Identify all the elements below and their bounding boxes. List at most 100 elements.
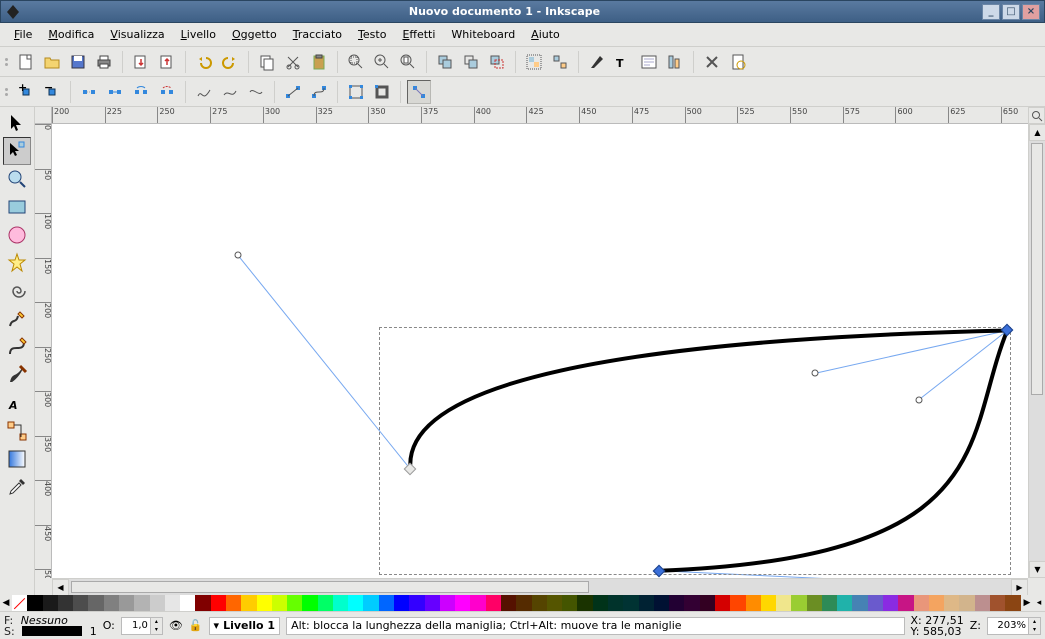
dropper-tool[interactable] [3, 473, 31, 501]
color-swatch[interactable] [990, 595, 1005, 611]
join-nodes-button[interactable] [103, 80, 127, 104]
duplicate-button[interactable] [433, 50, 457, 74]
color-swatch[interactable] [593, 595, 608, 611]
menu-aiuto[interactable]: Aiuto [523, 25, 568, 44]
group-button[interactable] [522, 50, 546, 74]
color-swatch[interactable] [898, 595, 913, 611]
scroll-right-button[interactable]: ▶ [1011, 579, 1028, 596]
rect-tool[interactable] [3, 193, 31, 221]
horizontal-scrollbar[interactable]: ◀ ▶ [52, 578, 1028, 595]
control-handle[interactable] [812, 370, 819, 377]
break-node-button[interactable] [77, 80, 101, 104]
color-swatch[interactable] [639, 595, 654, 611]
export-button[interactable] [155, 50, 179, 74]
insert-node-button[interactable]: + [14, 80, 38, 104]
color-swatch[interactable] [12, 595, 27, 611]
color-swatch[interactable] [58, 595, 73, 611]
color-swatch[interactable] [547, 595, 562, 611]
text-dialog-button[interactable]: T [611, 50, 635, 74]
spiral-tool[interactable] [3, 277, 31, 305]
color-swatch[interactable] [975, 595, 990, 611]
join-segment-button[interactable] [129, 80, 153, 104]
palette-menu-button[interactable]: ◂ [1033, 595, 1045, 611]
layer-combo[interactable]: ▾Livello 1 [209, 617, 281, 635]
undo-button[interactable] [192, 50, 216, 74]
color-swatch[interactable] [944, 595, 959, 611]
fill-indicator[interactable]: Nessuno [21, 615, 68, 626]
zoom-ruler-button[interactable] [1028, 107, 1045, 124]
menu-visualizza[interactable]: Visualizza [102, 25, 172, 44]
vertical-scrollbar[interactable]: ▲ ▼ [1028, 124, 1045, 578]
color-swatch[interactable] [165, 595, 180, 611]
scroll-up-button[interactable]: ▲ [1029, 124, 1045, 141]
color-swatch[interactable] [43, 595, 58, 611]
opacity-spin[interactable]: ▴▾ [121, 617, 163, 635]
color-swatch[interactable] [211, 595, 226, 611]
color-swatch[interactable] [363, 595, 378, 611]
zoom-drawing-button[interactable] [370, 50, 394, 74]
color-swatch[interactable] [333, 595, 348, 611]
menu-effetti[interactable]: Effetti [394, 25, 443, 44]
zoom-page-button[interactable] [396, 50, 420, 74]
palette-left-button[interactable]: ◀ [0, 595, 12, 611]
color-swatch[interactable] [119, 595, 134, 611]
cut-button[interactable] [281, 50, 305, 74]
color-swatch[interactable] [608, 595, 623, 611]
save-button[interactable] [66, 50, 90, 74]
color-swatch[interactable] [257, 595, 272, 611]
color-swatch[interactable] [623, 595, 638, 611]
node-cusp-button[interactable] [192, 80, 216, 104]
color-swatch[interactable] [776, 595, 791, 611]
minimize-button[interactable]: _ [982, 4, 1000, 20]
color-swatch[interactable] [532, 595, 547, 611]
menu-tracciato[interactable]: Tracciato [285, 25, 350, 44]
color-swatch[interactable] [761, 595, 776, 611]
ungroup-button[interactable] [548, 50, 572, 74]
star-tool[interactable] [3, 249, 31, 277]
color-swatch[interactable] [88, 595, 103, 611]
color-swatch[interactable] [852, 595, 867, 611]
zoom-tool[interactable] [3, 165, 31, 193]
maximize-button[interactable]: □ [1002, 4, 1020, 20]
palette-right-button[interactable]: ▶ [1021, 595, 1033, 611]
color-swatch[interactable] [822, 595, 837, 611]
menu-oggetto[interactable]: Oggetto [224, 25, 285, 44]
color-swatch[interactable] [837, 595, 852, 611]
bezier-tool[interactable] [3, 333, 31, 361]
color-swatch[interactable] [684, 595, 699, 611]
pencil-tool[interactable] [3, 305, 31, 333]
layer-visibility-icon[interactable]: 👁 [169, 619, 183, 632]
object-to-path-button[interactable] [344, 80, 368, 104]
color-swatch[interactable] [486, 595, 501, 611]
horizontal-ruler[interactable]: 2002252502753003253503754004254504755005… [52, 107, 1028, 124]
menu-testo[interactable]: Testo [350, 25, 394, 44]
color-swatch[interactable] [746, 595, 761, 611]
delete-node-button[interactable]: − [40, 80, 64, 104]
doc-properties-button[interactable] [726, 50, 750, 74]
fill-stroke-button[interactable] [585, 50, 609, 74]
stroke-indicator[interactable] [22, 626, 82, 636]
node-tool[interactable] [3, 137, 31, 165]
unlink-clone-button[interactable] [485, 50, 509, 74]
color-swatch[interactable] [379, 595, 394, 611]
toolbar-handle[interactable] [4, 79, 10, 105]
paste-button[interactable] [307, 50, 331, 74]
color-swatch[interactable] [226, 595, 241, 611]
menu-file[interactable]: File [6, 25, 40, 44]
canvas[interactable] [52, 124, 1028, 578]
color-swatch[interactable] [470, 595, 485, 611]
xml-button[interactable] [637, 50, 661, 74]
stroke-to-path-button[interactable] [370, 80, 394, 104]
color-swatch[interactable] [807, 595, 822, 611]
color-swatch[interactable] [516, 595, 531, 611]
toolbar-handle[interactable] [4, 49, 10, 75]
color-swatch[interactable] [348, 595, 363, 611]
scroll-left-button[interactable]: ◀ [52, 579, 69, 596]
color-swatch[interactable] [455, 595, 470, 611]
color-swatch[interactable] [241, 595, 256, 611]
segment-curve-button[interactable] [307, 80, 331, 104]
color-swatch[interactable] [394, 595, 409, 611]
node-smooth-button[interactable] [218, 80, 242, 104]
show-handles-toggle[interactable] [407, 80, 431, 104]
color-swatch[interactable] [959, 595, 974, 611]
